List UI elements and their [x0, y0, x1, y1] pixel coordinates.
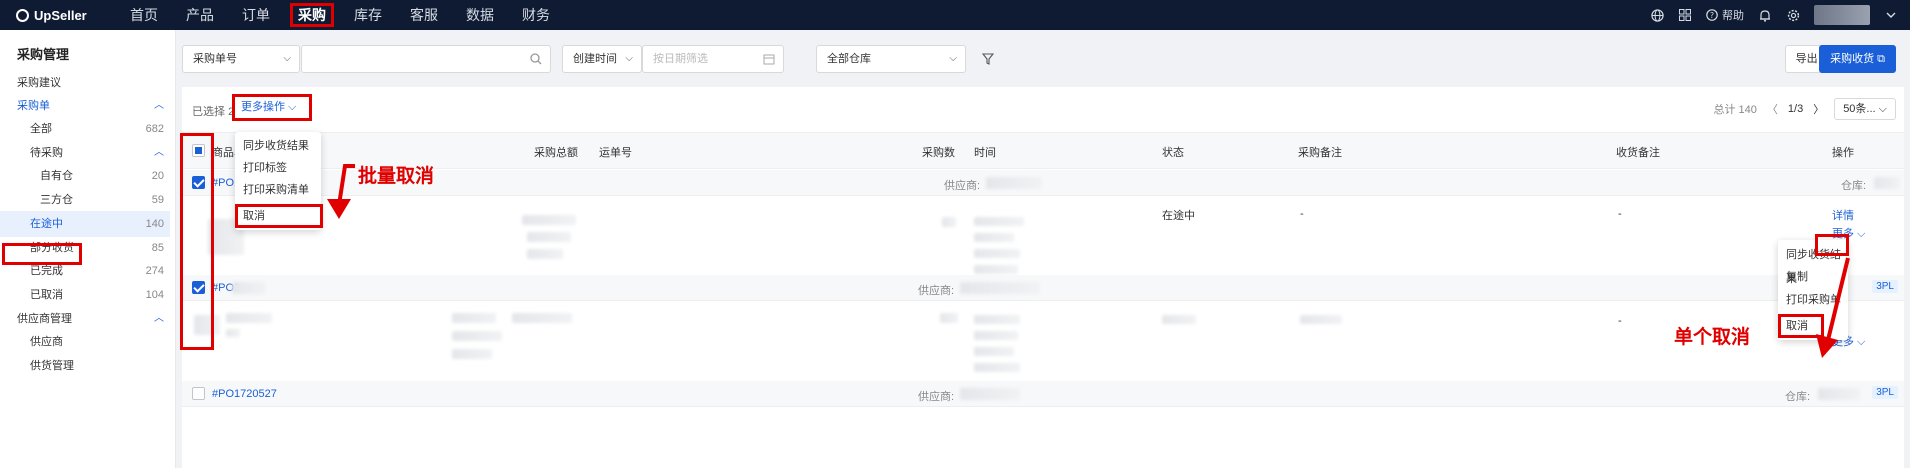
annotation-arrows — [327, 164, 1850, 358]
annotation-single-cancel: 单个取消 — [1674, 327, 1751, 348]
